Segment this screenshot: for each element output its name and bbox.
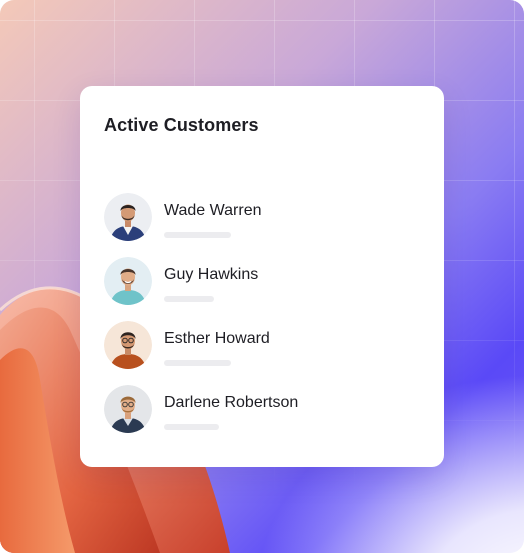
customer-item-guy-hawkins[interactable]: Guy Hawkins bbox=[104, 257, 420, 321]
avatar-photo-icon bbox=[104, 385, 152, 433]
customer-name: Darlene Robertson bbox=[164, 394, 299, 411]
customer-item-wade-warren[interactable]: Wade Warren bbox=[104, 193, 420, 257]
placeholder-bar bbox=[164, 232, 231, 238]
avatar-photo-icon bbox=[104, 193, 152, 241]
placeholder-bar bbox=[164, 424, 219, 430]
avatar-photo-icon bbox=[104, 257, 152, 305]
customer-item-darlene-robertson[interactable]: Darlene Robertson bbox=[104, 385, 420, 449]
placeholder-bar bbox=[164, 360, 231, 366]
customer-name: Wade Warren bbox=[164, 202, 262, 219]
placeholder-bar bbox=[164, 296, 214, 302]
customer-item-esther-howard[interactable]: Esther Howard bbox=[104, 321, 420, 385]
avatar-photo-icon bbox=[104, 321, 152, 369]
customer-name: Guy Hawkins bbox=[164, 266, 259, 283]
card-title: Active Customers bbox=[104, 115, 259, 135]
background-canvas: Active Customers Wade Warren Guy Hawkins… bbox=[0, 0, 524, 553]
customer-list: Wade Warren Guy Hawkins Esther Howard Da… bbox=[104, 193, 420, 449]
active-customers-card: Active Customers Wade Warren Guy Hawkins… bbox=[80, 86, 444, 467]
customer-name: Esther Howard bbox=[164, 330, 270, 347]
